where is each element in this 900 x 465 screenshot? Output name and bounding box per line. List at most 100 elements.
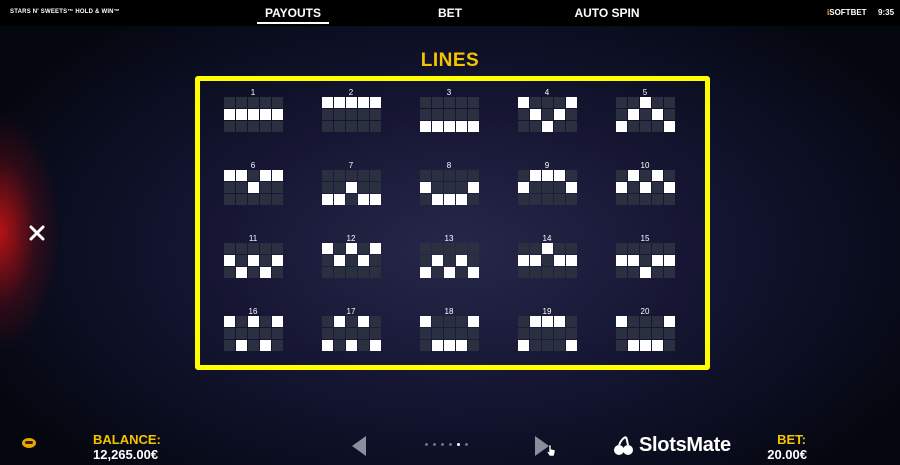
tab-bet[interactable]: BET [425,6,475,20]
payline-cell [224,97,235,108]
payline-cell-active [530,316,541,327]
payline-cell-active [554,109,565,120]
payline-grid [518,243,577,278]
payline-cell [260,316,271,327]
payline-cell [554,328,565,339]
payline-cell [236,182,247,193]
payline-number: 5 [642,88,648,97]
payline-cell [370,182,381,193]
close-button[interactable] [22,218,52,248]
payline-cell [530,97,541,108]
payline-cell [456,182,467,193]
payline-cell-active [224,170,235,181]
page-dot[interactable] [449,443,452,446]
tab-payouts[interactable]: PAYOUTS [257,6,329,24]
payline-cell [346,194,357,205]
payline-cell [664,194,675,205]
payline-cell-active [260,170,271,181]
payline-cell [236,316,247,327]
payline-cell-active [444,121,455,132]
payline-cell [554,267,565,278]
payline-grid [420,243,479,278]
payline-cell-active [554,316,565,327]
page-dot[interactable] [441,443,444,446]
payline-cell-active [616,255,627,266]
payline-cell [248,340,259,351]
payline-cell [432,328,443,339]
payline-cell [530,328,541,339]
payline-cell [432,316,443,327]
payline-cell-active [420,267,431,278]
payline-number: 16 [248,307,258,316]
tab-auto-spin[interactable]: AUTO SPIN [565,6,649,20]
page-dot[interactable] [425,443,428,446]
payline-cell [432,97,443,108]
payline-cell [248,121,259,132]
payline-cell-active [236,340,247,351]
payline-cell [432,170,443,181]
payline-grid [616,170,675,205]
payline-cell-active [346,243,357,254]
payline-cell-active [456,340,467,351]
payline-cell [554,340,565,351]
payline-number: 6 [250,161,256,170]
payline-cell-active [652,255,663,266]
payline-cell-active [272,255,283,266]
page-dot[interactable] [465,443,468,446]
payline-cell [272,97,283,108]
payline-cell [236,97,247,108]
payline-cell [664,97,675,108]
payline-cell [554,97,565,108]
payline-cell [346,255,357,266]
payline-cell-active [518,97,529,108]
payline-cell-active [444,194,455,205]
payline-cell-active [640,267,651,278]
payline-cell [566,109,577,120]
payline-cell [236,255,247,266]
payline-cell [616,170,627,181]
payline-cell-active [628,109,639,120]
payline-cell [358,267,369,278]
payline-cell [628,243,639,254]
payline-cell [468,243,479,254]
payline-cell-active [432,194,443,205]
page-dot[interactable] [457,443,460,446]
triangle-left-icon [352,436,366,456]
payline-cell [420,243,431,254]
payline-cell-active [468,267,479,278]
payline-cell [322,109,333,120]
balance-value: 12,265.00€ [93,447,159,462]
payline-cell [530,340,541,351]
payline-number: 19 [542,307,552,316]
page-dot[interactable] [433,443,436,446]
payline-cell [248,243,259,254]
payline-number: 14 [542,234,552,243]
payline-cell-active [444,267,455,278]
payline-cell [444,243,455,254]
payline-number: 17 [346,307,356,316]
payline-cell [358,109,369,120]
payline-cell [616,328,627,339]
previous-page-button[interactable] [350,435,368,457]
payline-cell [652,194,663,205]
payline-cell [370,255,381,266]
payline-cell [334,182,345,193]
payline-cell [664,170,675,181]
payline-number: 11 [248,234,258,243]
payline-cell [272,340,283,351]
payline-cell-active [322,97,333,108]
chip-icon[interactable] [22,438,36,448]
payline-cell-active [616,121,627,132]
payline-number: 2 [348,88,354,97]
payline-cell [518,316,529,327]
payline-cell [456,243,467,254]
payline-cell-active [652,170,663,181]
payline-cell [530,267,541,278]
payline-cell-active [358,316,369,327]
payline-cell [640,243,651,254]
payline-cell [468,194,479,205]
payline-grid [224,316,283,351]
payline-cell [322,170,333,181]
payline-cell-active [248,255,259,266]
payline-cell-active [530,109,541,120]
